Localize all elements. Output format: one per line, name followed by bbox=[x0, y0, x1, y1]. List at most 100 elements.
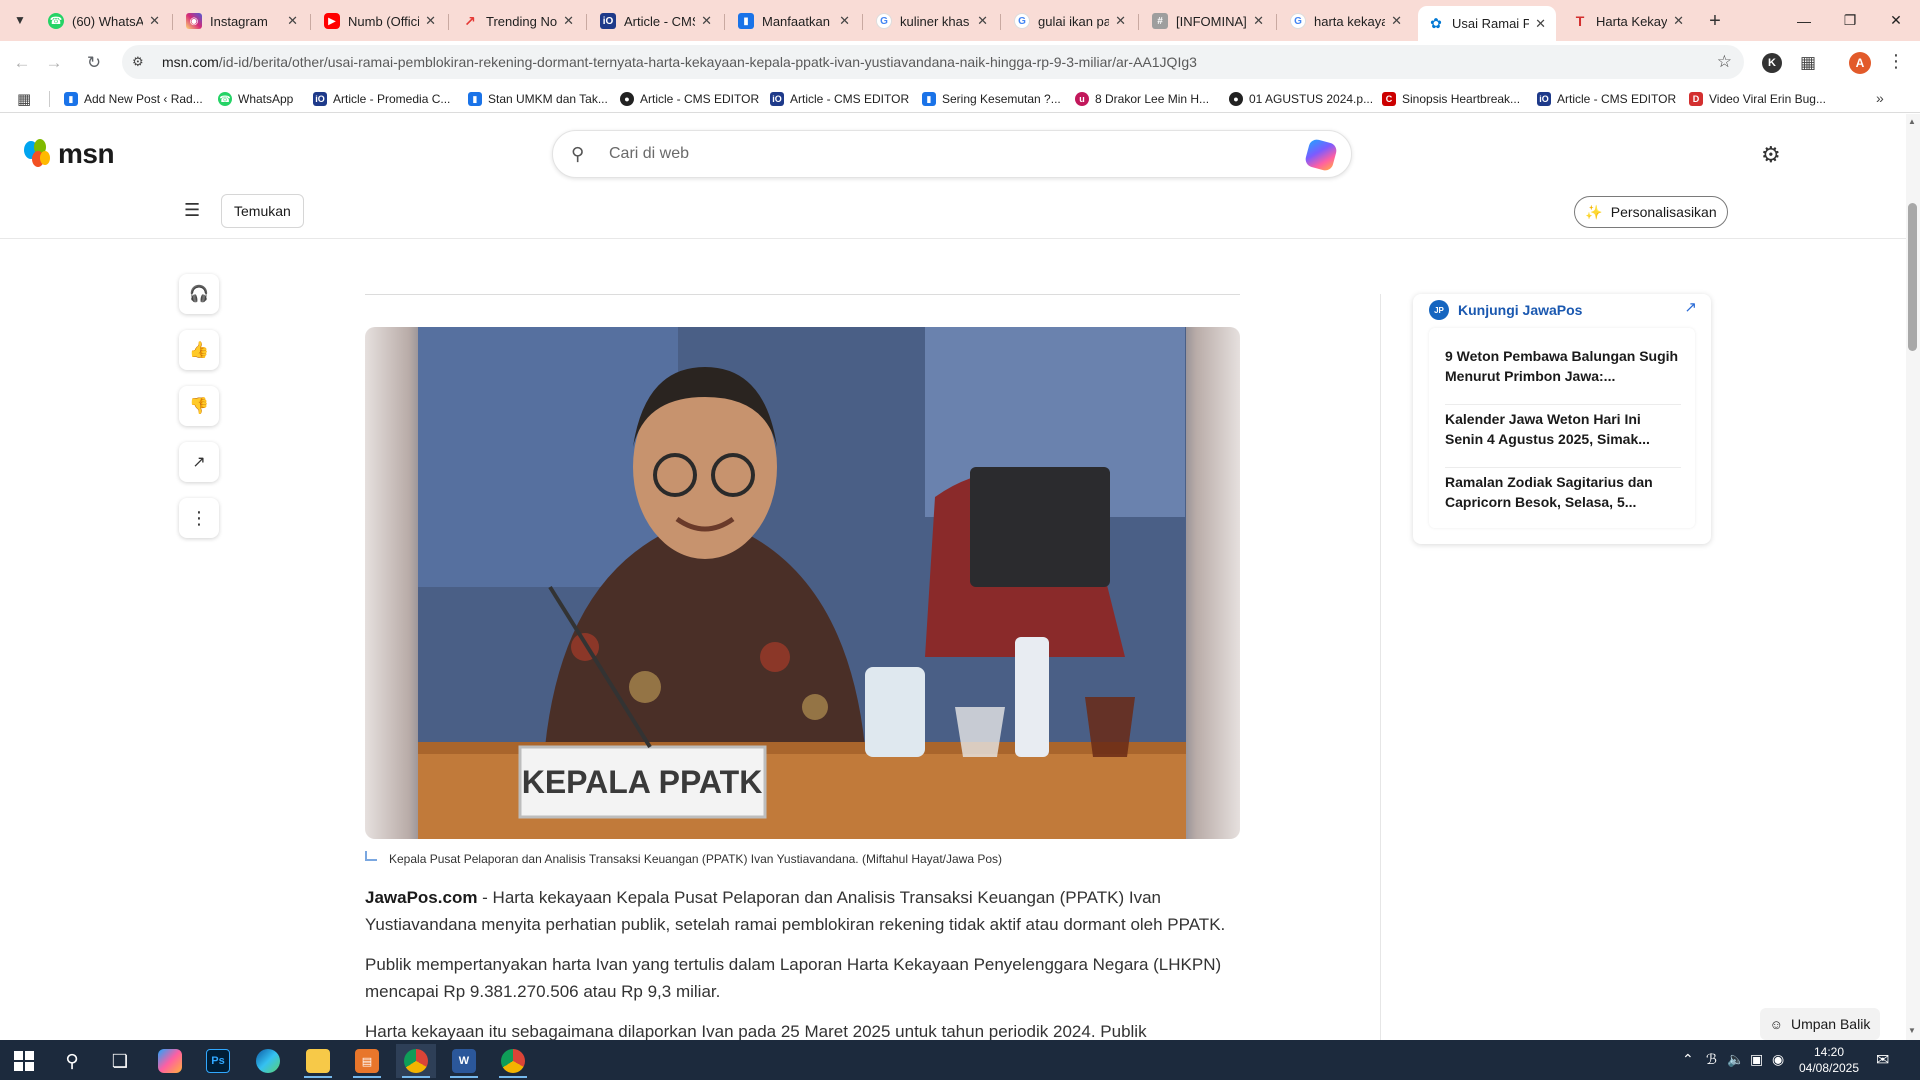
network-icon[interactable]: ▣ bbox=[1750, 1051, 1763, 1068]
tab-youtube[interactable]: ▶ Numb (Official ✕ bbox=[314, 6, 446, 36]
tab-harta-t[interactable]: T Harta Kekaya ✕ bbox=[1562, 6, 1694, 36]
bookmark-item[interactable]: ▮ Add New Post ‹ Rad... bbox=[64, 89, 203, 109]
tab-msn-active[interactable]: ✿ Usai Ramai P ✕ bbox=[1418, 6, 1556, 41]
word-icon[interactable]: W bbox=[444, 1044, 484, 1078]
tab-separator bbox=[310, 14, 311, 30]
task-view-icon[interactable]: ❏ bbox=[100, 1044, 140, 1078]
chrome-icon[interactable] bbox=[396, 1044, 436, 1078]
close-tab-icon[interactable]: ✕ bbox=[701, 13, 712, 29]
tab-harta-google[interactable]: G harta kekaya ✕ bbox=[1280, 6, 1412, 36]
minimize-icon[interactable]: — bbox=[1781, 0, 1827, 41]
close-tab-icon[interactable]: ✕ bbox=[1391, 13, 1402, 29]
bookmark-item[interactable]: ☎ WhatsApp bbox=[218, 89, 293, 109]
bookmark-star-icon[interactable]: ☆ bbox=[1717, 52, 1732, 72]
presentation-app-icon[interactable]: ▤ bbox=[347, 1044, 387, 1078]
publisher-article-link[interactable]: Ramalan Zodiak Sagitarius dan Capricorn … bbox=[1429, 472, 1695, 512]
profile-avatar[interactable]: A bbox=[1849, 52, 1871, 74]
cms-icon: iO bbox=[313, 92, 327, 106]
external-link-icon[interactable]: ↗ bbox=[1684, 298, 1697, 316]
forward-arrow-icon[interactable]: → bbox=[40, 49, 68, 77]
share-icon[interactable]: ↗ bbox=[179, 442, 219, 482]
tab-infomina[interactable]: # [INFOMINA] ✕ bbox=[1142, 6, 1274, 36]
close-tab-icon[interactable]: ✕ bbox=[1253, 13, 1264, 29]
tab-trending[interactable]: ↗ Trending No ✕ bbox=[452, 6, 584, 36]
notification-icon[interactable]: ✉ bbox=[1876, 1050, 1889, 1070]
edge-icon[interactable] bbox=[248, 1044, 288, 1078]
bookmark-item[interactable]: D Video Viral Erin Bug... bbox=[1689, 89, 1826, 109]
tab-manfaatkan[interactable]: ▮ Manfaatkan ✕ bbox=[728, 6, 860, 36]
edge-tile bbox=[256, 1049, 280, 1073]
personalize-label: Personalisasikan bbox=[1610, 204, 1717, 220]
publisher-article-link[interactable]: Kalender Jawa Weton Hari Ini Senin 4 Agu… bbox=[1429, 409, 1695, 449]
web-search-box[interactable]: ⚲ bbox=[552, 130, 1352, 178]
close-tab-icon[interactable]: ✕ bbox=[425, 13, 436, 29]
close-tab-icon[interactable]: ✕ bbox=[563, 13, 574, 29]
search-input[interactable] bbox=[609, 145, 1259, 163]
publisher-header[interactable]: JP Kunjungi JawaPos bbox=[1429, 300, 1582, 320]
msn-logo[interactable]: msn bbox=[24, 138, 115, 170]
bookmark-item[interactable]: ▮ Sering Kesemutan ?... bbox=[922, 89, 1061, 109]
listen-headphones-icon[interactable]: 🎧 bbox=[179, 274, 219, 314]
file-explorer-icon[interactable] bbox=[298, 1044, 338, 1078]
scroll-down-arrow-icon[interactable]: ▼ bbox=[1908, 1026, 1916, 1035]
discover-button[interactable]: Temukan bbox=[221, 194, 304, 228]
publisher-article-link[interactable]: 9 Weton Pembawa Balungan Sugih Menurut P… bbox=[1429, 346, 1695, 386]
settings-gear-icon[interactable]: ⚙ bbox=[1761, 142, 1781, 168]
bookmark-item[interactable]: u8 Drakor Lee Min H... bbox=[1075, 89, 1209, 109]
close-tab-icon[interactable]: ✕ bbox=[1115, 13, 1126, 29]
close-tab-icon[interactable]: ✕ bbox=[977, 13, 988, 29]
tray-overflow-icon[interactable]: ⌃ bbox=[1682, 1051, 1694, 1068]
close-tab-icon[interactable]: ✕ bbox=[287, 13, 298, 29]
extensions-puzzle-icon[interactable]: ▦ bbox=[1797, 52, 1819, 74]
apps-grid-icon[interactable]: ▦ bbox=[17, 90, 31, 108]
more-options-icon[interactable]: ⋮ bbox=[179, 498, 219, 538]
bookmarks-overflow-icon[interactable]: » bbox=[1876, 90, 1884, 106]
taskbar-clock[interactable]: 14:20 04/08/2025 bbox=[1797, 1044, 1861, 1076]
close-tab-icon[interactable]: ✕ bbox=[149, 13, 160, 29]
site-info-icon[interactable]: ⚙ bbox=[132, 54, 152, 70]
bookmark-item[interactable]: ● Article - CMS EDITOR bbox=[620, 89, 759, 109]
new-tab-plus-icon[interactable]: + bbox=[1702, 8, 1728, 34]
back-arrow-icon[interactable]: ← bbox=[8, 49, 36, 77]
extension-k-icon[interactable]: K bbox=[1761, 52, 1783, 74]
scroll-up-arrow-icon[interactable]: ▲ bbox=[1908, 117, 1916, 126]
close-tab-icon[interactable]: ✕ bbox=[839, 13, 850, 29]
taskbar-search-icon[interactable]: ⚲ bbox=[52, 1044, 92, 1078]
photoshop-icon[interactable]: Ps bbox=[198, 1044, 238, 1078]
bookmark-item[interactable]: iO Article - Promedia C... bbox=[313, 89, 450, 109]
copilot-taskbar-icon[interactable] bbox=[150, 1044, 190, 1078]
bluetooth-icon[interactable]: ℬ bbox=[1706, 1051, 1717, 1068]
windows-start-icon[interactable] bbox=[4, 1044, 44, 1078]
browser-menu-icon[interactable]: ⋮ bbox=[1887, 51, 1905, 72]
tab-kuliner[interactable]: G kuliner khas ✕ bbox=[866, 6, 998, 36]
tab-instagram[interactable]: ◉ Instagram ✕ bbox=[176, 6, 308, 36]
bookmark-item[interactable]: ▮ Stan UMKM dan Tak... bbox=[468, 89, 608, 109]
close-tab-icon[interactable]: ✕ bbox=[1535, 16, 1546, 32]
bookmark-item[interactable]: iO Article - CMS EDITOR bbox=[770, 89, 909, 109]
reload-icon[interactable]: ↻ bbox=[80, 49, 108, 77]
tab-gulai[interactable]: G gulai ikan pa ✕ bbox=[1004, 6, 1136, 36]
bookmark-item[interactable]: ● 01 AGUSTUS 2024.p... bbox=[1229, 89, 1373, 109]
tab-article-cms[interactable]: iO Article - CMS ✕ bbox=[590, 6, 722, 36]
security-icon[interactable]: ◉ bbox=[1772, 1051, 1784, 1068]
hamburger-menu-icon[interactable]: ☰ bbox=[184, 200, 200, 221]
restore-icon[interactable]: ❐ bbox=[1827, 0, 1873, 41]
like-thumbs-up-icon[interactable]: 👍 bbox=[179, 330, 219, 370]
window-close-icon[interactable]: ✕ bbox=[1873, 0, 1919, 41]
close-tab-icon[interactable]: ✕ bbox=[1673, 13, 1684, 29]
bookmark-item[interactable]: C Sinopsis Heartbreak... bbox=[1382, 89, 1520, 109]
volume-icon[interactable]: 🔈 bbox=[1727, 1051, 1744, 1068]
tab-whatsapp[interactable]: ☎ (60) WhatsApp ✕ bbox=[38, 6, 170, 36]
dislike-thumbs-down-icon[interactable]: 👎 bbox=[179, 386, 219, 426]
bookmark-item[interactable]: iO Article - CMS EDITOR bbox=[1537, 89, 1676, 109]
address-bar[interactable]: ⚙ msn.com/id-id/berita/other/usai-ramai-… bbox=[122, 45, 1744, 79]
msn-wordmark: msn bbox=[58, 138, 115, 169]
tab-search-chevron-icon[interactable]: ▼ bbox=[8, 8, 32, 32]
copilot-icon[interactable] bbox=[1303, 137, 1339, 173]
article-paragraph-3: Harta kekayaan itu sebagaimana dilaporka… bbox=[365, 1022, 1147, 1040]
chrome-profile-icon[interactable] bbox=[493, 1044, 533, 1078]
feedback-button[interactable]: ☺ Umpan Balik bbox=[1760, 1008, 1880, 1040]
visit-publisher-link[interactable]: Kunjungi JawaPos bbox=[1458, 302, 1582, 318]
personalize-button[interactable]: ✨ Personalisasikan bbox=[1574, 196, 1728, 228]
scrollbar-thumb[interactable] bbox=[1908, 203, 1917, 351]
